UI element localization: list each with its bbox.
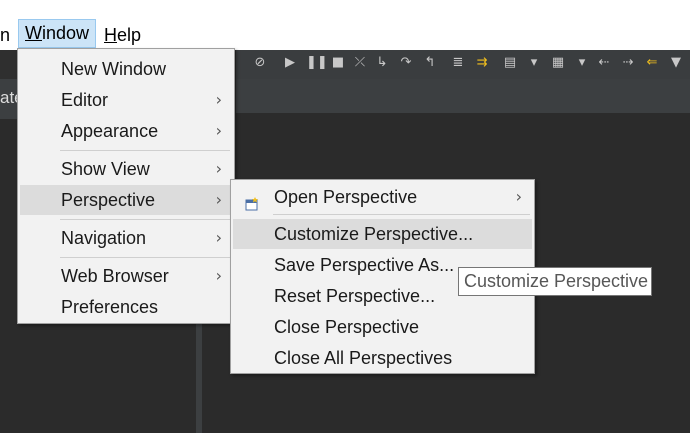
chevron-right-icon: › <box>515 187 522 206</box>
step-over-icon[interactable]: ↷ <box>398 55 414 71</box>
menu-help-rest: elp <box>117 25 142 45</box>
menu-item-close-all-perspectives[interactable]: Close All Perspectives <box>233 343 532 373</box>
menu-item-label: Reset Perspective... <box>274 286 436 306</box>
last-edit-icon[interactable]: ⇐ <box>644 55 660 71</box>
open-type-icon[interactable]: ▤ <box>502 55 518 71</box>
menu-item-editor[interactable]: Editor › <box>20 85 232 115</box>
back-icon[interactable]: ⇠ <box>596 55 612 71</box>
menu-item-navigation[interactable]: Navigation › <box>20 223 232 253</box>
menu-item-label: Close All Perspectives <box>274 348 453 368</box>
step-into-icon[interactable]: ↳ <box>374 55 390 71</box>
editor-tabbar <box>236 79 690 113</box>
menu-help-mnemonic: H <box>104 25 117 45</box>
menu-item-label: Open Perspective <box>274 187 418 207</box>
disconnect-icon[interactable]: ⤫ <box>352 55 368 71</box>
chevron-right-icon: › <box>215 121 222 140</box>
menu-item-web-browser[interactable]: Web Browser › <box>20 261 232 291</box>
menu-window[interactable]: Window <box>18 19 97 48</box>
menu-separator <box>60 150 230 151</box>
tooltip: Customize Perspective <box>458 267 652 296</box>
suspend-icon[interactable]: ❚❚ <box>306 55 328 71</box>
menu-item-open-perspective[interactable]: Open Perspective › <box>233 182 532 212</box>
menu-item-label: Save Perspective As... <box>274 255 455 275</box>
menu-item-label: Close Perspective <box>274 317 420 337</box>
menu-window-mnemonic: W <box>25 23 42 43</box>
menu-item-customize-perspective[interactable]: Customize Perspective... <box>233 219 532 249</box>
menu-separator <box>273 214 530 215</box>
menu-item-label: Editor <box>61 90 109 110</box>
annotation-icon[interactable]: ▦ <box>550 55 566 71</box>
menu-item-label: New Window <box>61 59 167 79</box>
forward-icon[interactable]: ⇢ <box>620 55 636 71</box>
open-perspective-icon <box>245 190 259 211</box>
skip-breakpoints-icon[interactable]: ⊘ <box>252 55 268 71</box>
menu-item-label: Perspective <box>61 190 156 210</box>
menu-item-label: Appearance <box>61 121 159 141</box>
menu-item-preferences[interactable]: Preferences <box>20 292 232 322</box>
menubar: n Window Help <box>0 0 690 50</box>
menu-item-label: Web Browser <box>61 266 169 286</box>
menu-item-label: Navigation <box>61 228 147 248</box>
drop-to-frame-icon[interactable]: ≣ <box>450 55 466 71</box>
resume-icon[interactable]: ▶ <box>282 55 298 71</box>
chevron-right-icon: › <box>215 190 222 209</box>
terminate-icon[interactable]: ■ <box>330 55 346 71</box>
window-menu: New Window Editor › Appearance › Show View… <box>17 48 235 324</box>
more-icon[interactable]: ▼ <box>668 55 684 71</box>
menu-separator <box>60 219 230 220</box>
main-toolbar: ⊘ ▶ ❚❚ ■ ⤫ ↳ ↷ ↰ ≣ ⇉ ▤ ▾ ▦ ▾ ⇠ ⇢ ⇐ ▼ <box>236 50 690 79</box>
chevron-right-icon: › <box>215 228 222 247</box>
menu-item-new-window[interactable]: New Window <box>20 54 232 84</box>
menu-item-close-perspective[interactable]: Close Perspective <box>233 312 532 342</box>
chevron-right-icon: › <box>215 266 222 285</box>
use-step-filters-icon[interactable]: ⇉ <box>474 55 490 71</box>
menu-item-label: Show View <box>61 159 150 179</box>
menu-item-show-view[interactable]: Show View › <box>20 154 232 184</box>
menu-item-label: Customize Perspective... <box>274 224 474 244</box>
chevron-right-icon: › <box>215 90 222 109</box>
menu-item-label: Preferences <box>61 297 159 317</box>
chevron-right-icon: › <box>215 159 222 178</box>
menu-separator <box>60 257 230 258</box>
dropdown-icon[interactable]: ▾ <box>574 55 590 71</box>
menu-item-appearance[interactable]: Appearance › <box>20 116 232 146</box>
menu-help[interactable]: Help <box>98 22 147 49</box>
step-return-icon[interactable]: ↰ <box>422 55 438 71</box>
menu-item-perspective[interactable]: Perspective › <box>20 185 232 215</box>
menu-run[interactable]: n <box>0 22 16 49</box>
menu-window-rest: indow <box>42 23 90 43</box>
dropdown-icon[interactable]: ▾ <box>526 55 542 71</box>
